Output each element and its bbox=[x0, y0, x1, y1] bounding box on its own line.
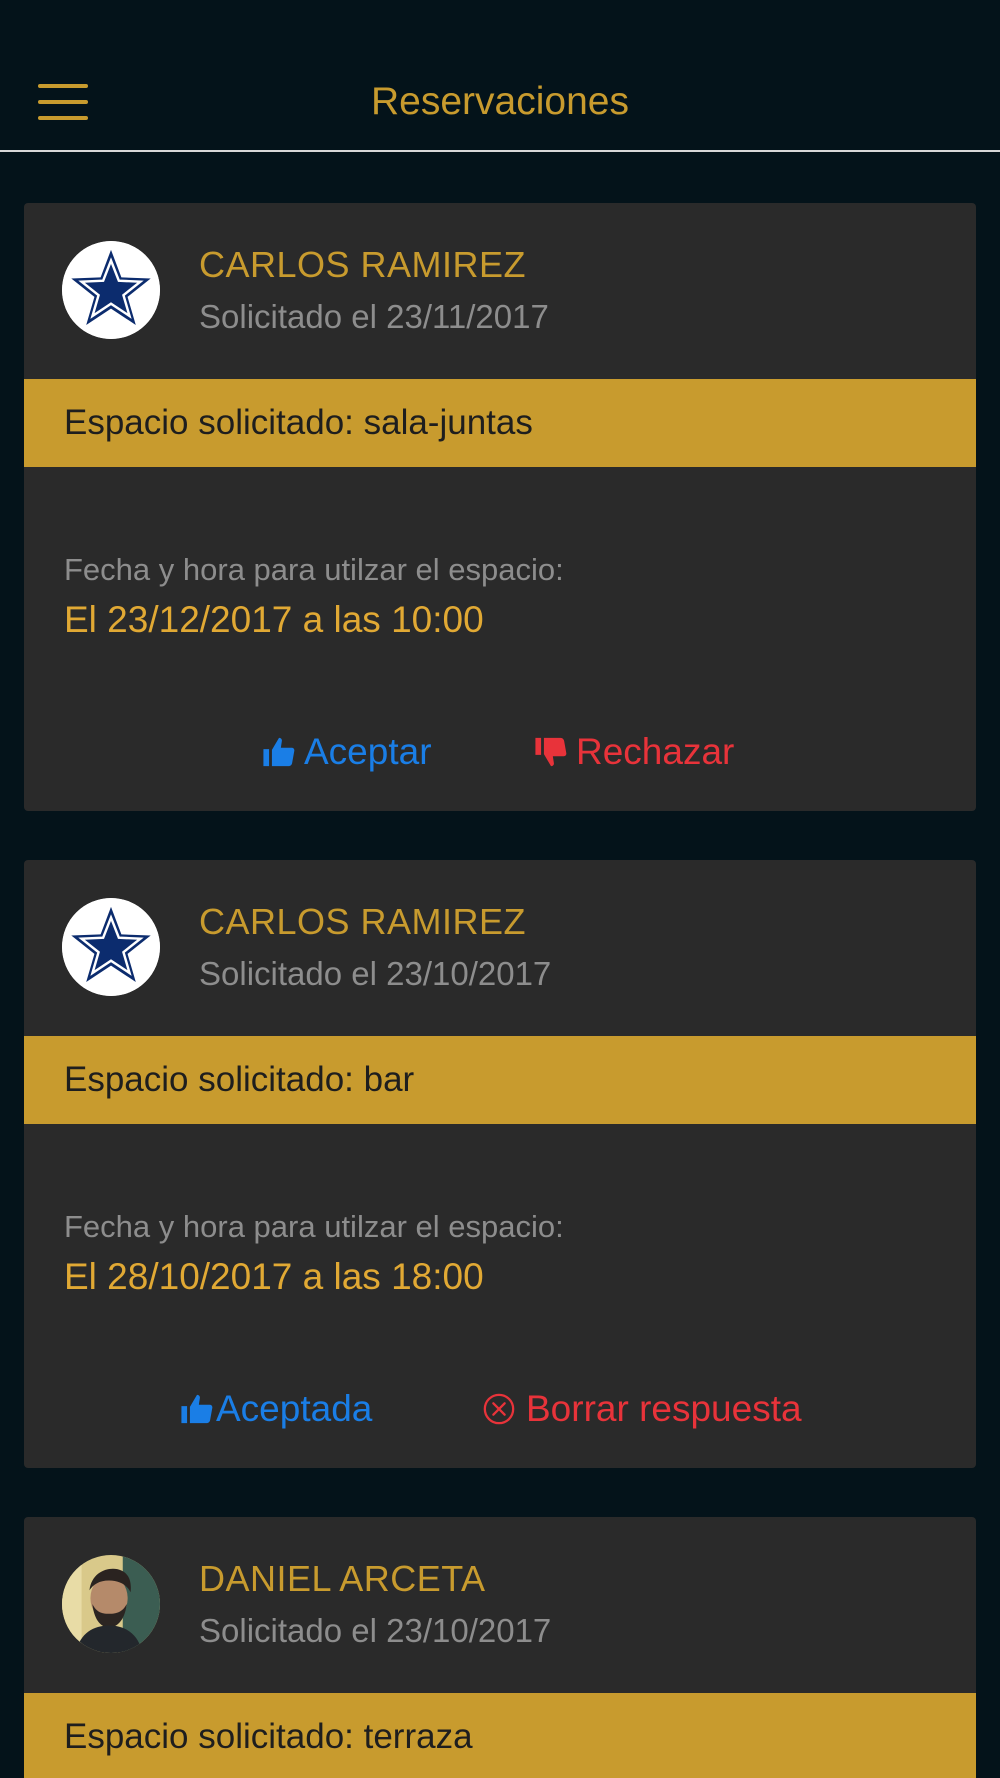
user-name: CARLOS RAMIREZ bbox=[199, 244, 527, 285]
reject-button[interactable]: Rechazar bbox=[534, 729, 734, 775]
card-header: DANIEL ARCETA Solicitado el 23/10/2017 bbox=[24, 1517, 976, 1693]
user-name: CARLOS RAMIREZ bbox=[199, 901, 527, 942]
thumbs-down-icon bbox=[535, 737, 567, 767]
accepted-label: Aceptada bbox=[216, 1388, 373, 1429]
usage-date-value: El 28/10/2017 a las 18:00 bbox=[64, 1256, 484, 1297]
reservation-card: CARLOS RAMIREZ Solicitado el 23/10/2017 … bbox=[24, 860, 976, 1468]
avatar bbox=[62, 241, 160, 339]
card-body: Fecha y hora para utilzar el espacio: El… bbox=[24, 467, 976, 811]
accept-button[interactable]: Aceptar bbox=[262, 729, 432, 775]
card-body: Fecha y hora para utilzar el espacio: El… bbox=[24, 1124, 976, 1468]
thumbs-up-icon bbox=[263, 737, 295, 767]
card-header: CARLOS RAMIREZ Solicitado el 23/10/2017 bbox=[24, 860, 976, 1036]
star-logo-icon bbox=[62, 898, 160, 996]
usage-date-value: El 23/12/2017 a las 10:00 bbox=[64, 599, 484, 640]
reservation-card: DANIEL ARCETA Solicitado el 23/10/2017 E… bbox=[24, 1517, 976, 1778]
delete-response-button[interactable]: Borrar respuesta bbox=[482, 1386, 802, 1432]
page-title: Reservaciones bbox=[371, 80, 629, 123]
app-screen: Reservaciones CARLOS RAMIREZ Solicitado … bbox=[0, 0, 1000, 1778]
star-logo-icon bbox=[62, 241, 160, 339]
reject-label: Rechazar bbox=[576, 731, 735, 772]
avatar bbox=[62, 1555, 160, 1653]
requested-space: Espacio solicitado: sala-juntas bbox=[24, 379, 976, 467]
user-photo-icon bbox=[62, 1555, 160, 1653]
avatar bbox=[62, 898, 160, 996]
request-date: Solicitado el 23/11/2017 bbox=[199, 298, 549, 335]
thumbs-up-icon bbox=[181, 1394, 213, 1424]
circle-x-icon bbox=[483, 1393, 515, 1425]
request-date: Solicitado el 23/10/2017 bbox=[199, 1612, 552, 1649]
accept-label: Aceptar bbox=[304, 731, 432, 772]
user-name: DANIEL ARCETA bbox=[199, 1558, 486, 1599]
request-date: Solicitado el 23/10/2017 bbox=[199, 955, 552, 992]
accepted-status-button[interactable]: Aceptada bbox=[180, 1386, 372, 1432]
requested-space: Espacio solicitado: bar bbox=[24, 1036, 976, 1124]
requested-space: Espacio solicitado: terraza bbox=[24, 1693, 976, 1778]
top-bar: Reservaciones bbox=[0, 0, 1000, 152]
usage-date-label: Fecha y hora para utilzar el espacio: bbox=[64, 552, 564, 587]
usage-date-label: Fecha y hora para utilzar el espacio: bbox=[64, 1209, 564, 1244]
reservation-card: CARLOS RAMIREZ Solicitado el 23/11/2017 … bbox=[24, 203, 976, 811]
delete-response-label: Borrar respuesta bbox=[526, 1388, 802, 1429]
card-header: CARLOS RAMIREZ Solicitado el 23/11/2017 bbox=[24, 203, 976, 379]
